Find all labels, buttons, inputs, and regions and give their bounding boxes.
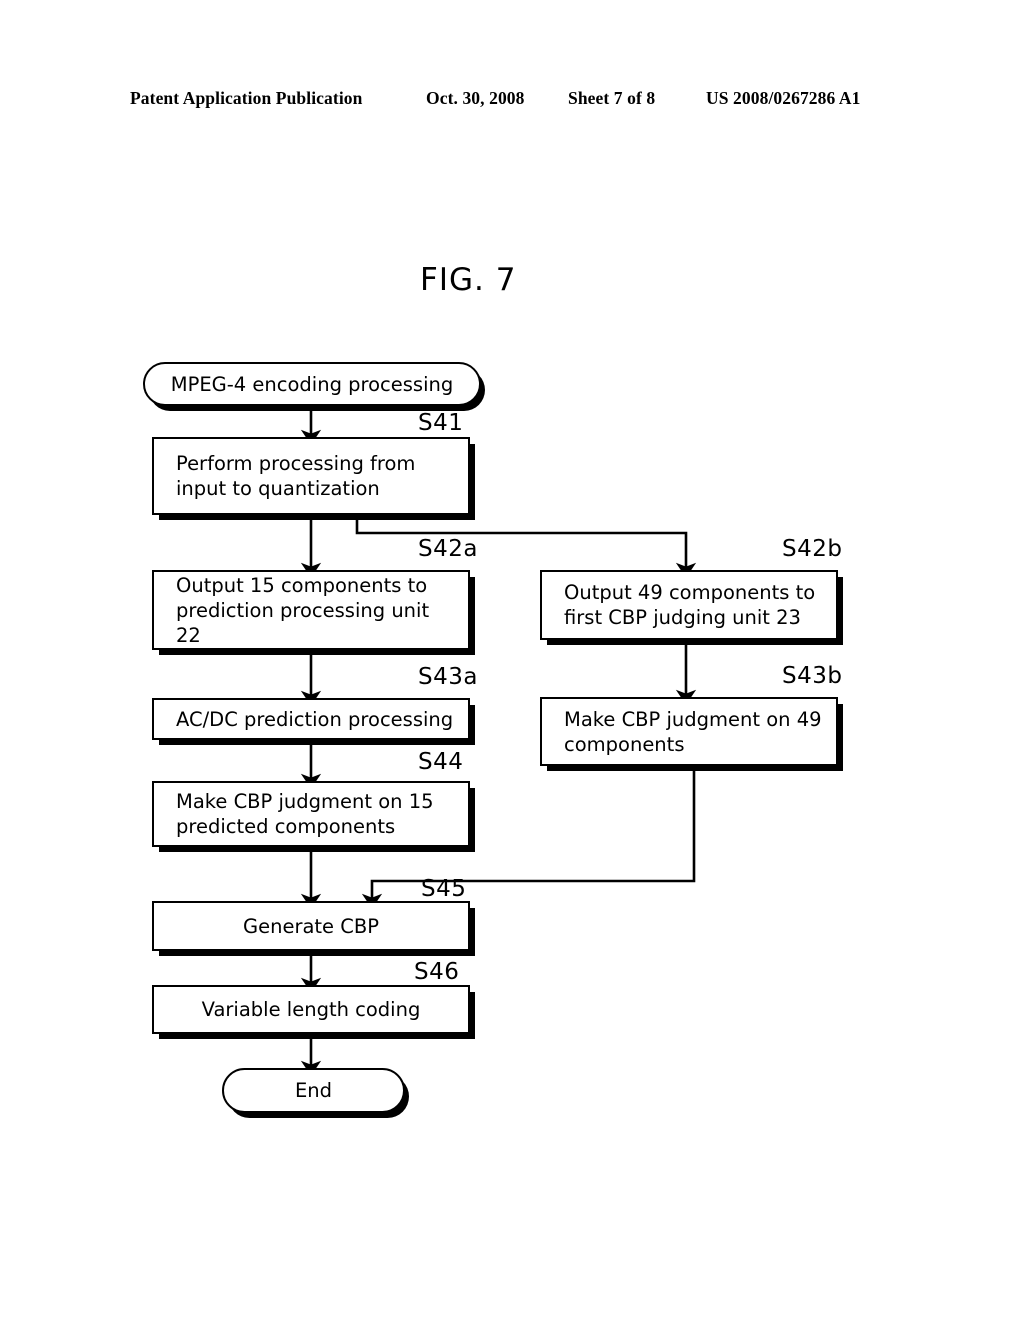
flow-node-start[interactable]: MPEG-4 encoding processing xyxy=(143,362,481,406)
step-label-s43a: S43a xyxy=(418,666,478,689)
publication-header: Patent Application Publication Oct. 30, … xyxy=(130,88,890,114)
step-label-s42b: S42b xyxy=(782,538,842,561)
flow-node-start-label: MPEG-4 encoding processing xyxy=(145,372,479,397)
sheet-number: Sheet 7 of 8 xyxy=(568,88,655,109)
flow-node-s43a[interactable]: AC/DC prediction processing xyxy=(152,698,470,740)
flow-node-s42a[interactable]: Output 15 components to prediction proce… xyxy=(152,570,470,650)
flow-node-s45[interactable]: Generate CBP xyxy=(152,901,470,951)
flow-node-s44-label: Make CBP judgment on 15 predicted compon… xyxy=(176,789,468,839)
step-label-s45: S45 xyxy=(421,878,466,901)
step-label-s43b: S43b xyxy=(782,665,842,688)
flow-node-s43a-label: AC/DC prediction processing xyxy=(176,707,468,732)
step-label-s46: S46 xyxy=(414,961,459,984)
flow-node-s44[interactable]: Make CBP judgment on 15 predicted compon… xyxy=(152,781,470,847)
flow-node-s46[interactable]: Variable length coding xyxy=(152,985,470,1034)
flow-node-s46-label: Variable length coding xyxy=(154,997,468,1022)
flow-node-s43b[interactable]: Make CBP judgment on 49 components xyxy=(540,697,838,766)
flow-node-s42b-label: Output 49 components to first CBP judgin… xyxy=(564,580,836,630)
step-label-s42a: S42a xyxy=(418,538,478,561)
patent-figure-page: Patent Application Publication Oct. 30, … xyxy=(0,0,1024,1320)
flow-node-end[interactable]: End xyxy=(222,1068,405,1113)
publication-header-title: Patent Application Publication xyxy=(130,88,362,109)
flow-node-s43b-label: Make CBP judgment on 49 components xyxy=(564,707,836,757)
publication-number: US 2008/0267286 A1 xyxy=(706,88,860,109)
flow-node-s45-label: Generate CBP xyxy=(154,914,468,939)
connector-s41-to-s42b xyxy=(357,518,686,570)
flow-node-s41[interactable]: Perform processing from input to quantiz… xyxy=(152,437,470,515)
figure-title: FIG. 7 xyxy=(420,262,516,298)
flow-node-s42a-label: Output 15 components to prediction proce… xyxy=(176,573,468,648)
flowchart-connectors xyxy=(0,0,1024,1320)
publication-date: Oct. 30, 2008 xyxy=(426,88,525,109)
flow-node-end-label: End xyxy=(224,1078,403,1103)
flow-node-s41-label: Perform processing from input to quantiz… xyxy=(176,451,468,501)
flow-node-s42b[interactable]: Output 49 components to first CBP judgin… xyxy=(540,570,838,640)
step-label-s44: S44 xyxy=(418,751,463,774)
step-label-s41: S41 xyxy=(418,412,463,435)
